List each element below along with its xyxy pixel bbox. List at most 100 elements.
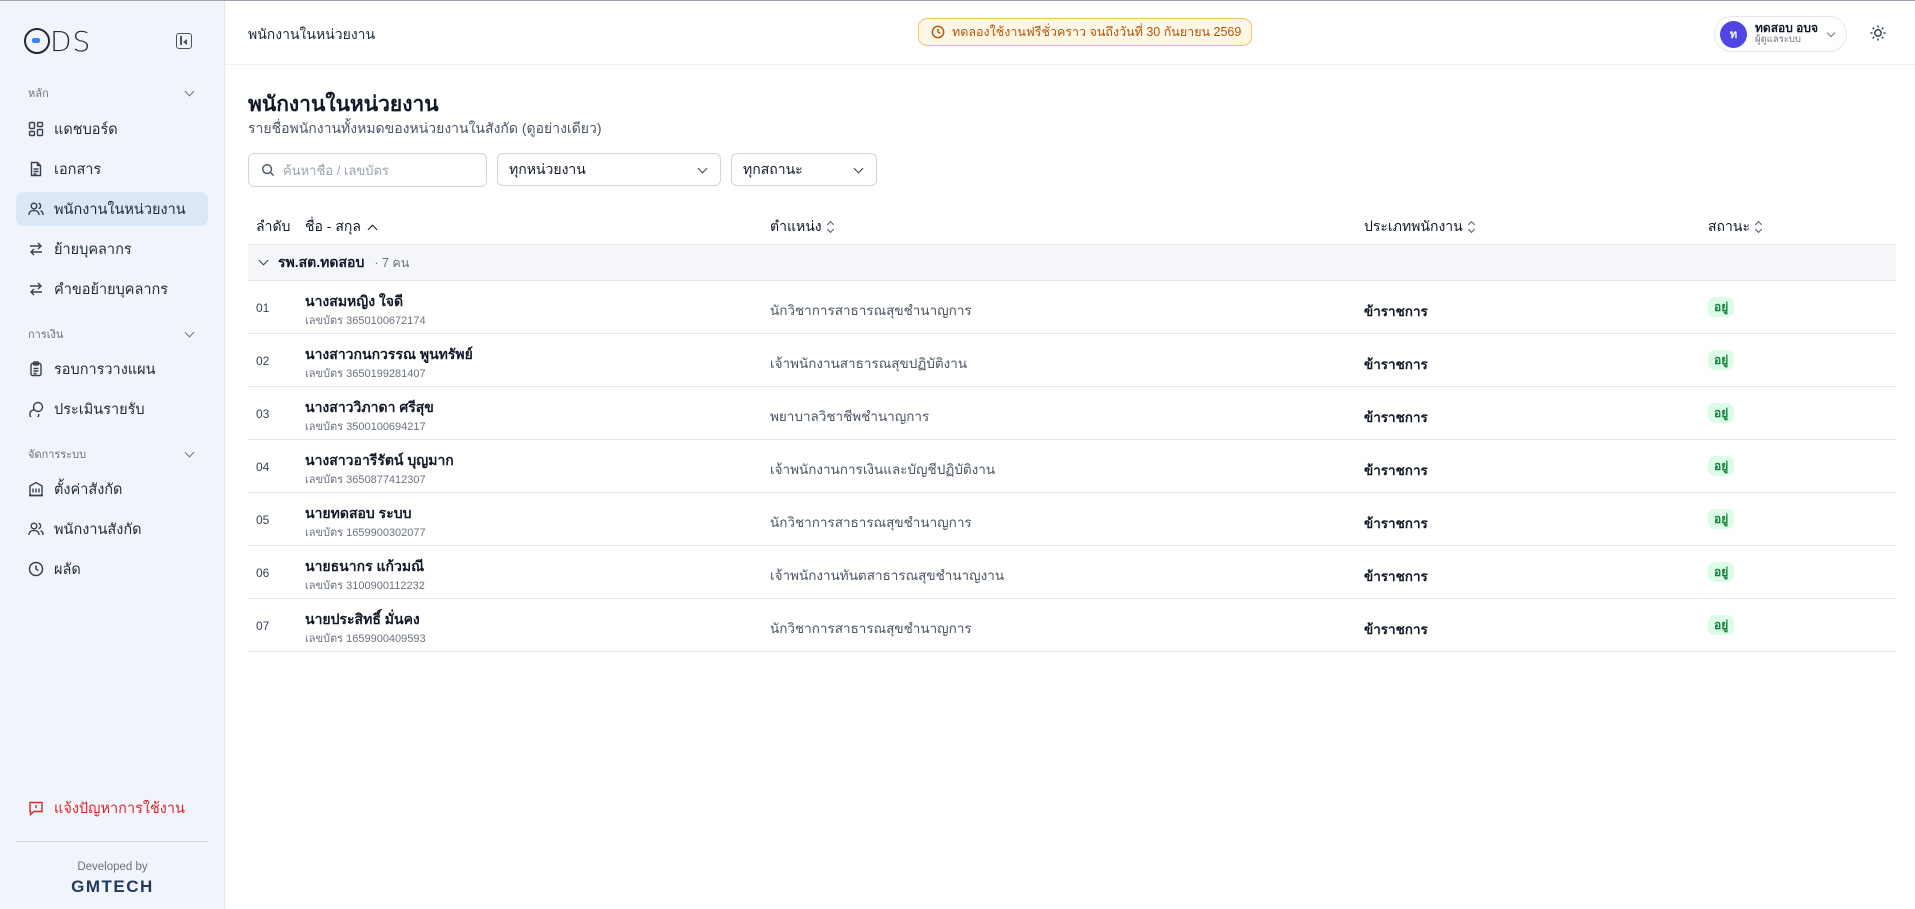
employee-name: นางสาวกนกวรรณ พูนทรัพย์ bbox=[305, 346, 473, 362]
column-index-label: ลำดับ bbox=[256, 218, 291, 234]
group-name: รพ.สต.ทดสอบ bbox=[278, 253, 365, 270]
employee-type: ข้าราชการ bbox=[1364, 357, 1428, 372]
clipboard-icon bbox=[30, 361, 42, 377]
search-icon bbox=[262, 164, 275, 177]
section-system-header[interactable]: จัดการระบบ bbox=[28, 446, 195, 462]
users-icon bbox=[28, 522, 44, 536]
unit-filter-select[interactable]: ทุกหน่วยงาน bbox=[497, 153, 721, 186]
sidebar-item-label: รอบการวางแผน bbox=[54, 361, 156, 378]
table-row[interactable]: 05 นายทดสอบ ระบบ เลขบัตร 1659900302077 นักว… bbox=[248, 493, 1896, 546]
employee-position: เจ้าพนักงานสาธารณสุขปฏิบัติงาน bbox=[770, 356, 968, 371]
sidebar-item-label: ตั้งค่าสังกัด bbox=[54, 481, 123, 498]
sidebar-item-label: พนักงานสังกัด bbox=[54, 521, 142, 538]
employee-position: เจ้าพนักงานทันตสาธารณสุขชำนาญงาน bbox=[770, 568, 1005, 583]
app-logo[interactable]: DS bbox=[24, 28, 91, 56]
employee-name: นางสมหญิง ใจดี bbox=[305, 293, 404, 309]
employee-type: ข้าราชการ bbox=[1364, 622, 1428, 637]
employee-type: ข้าราชการ bbox=[1364, 304, 1428, 319]
employee-name: นางสาวอารีรัตน์ บุญมาก bbox=[305, 452, 454, 468]
sort-ascending-icon bbox=[367, 224, 378, 234]
sidebar-item-label: เอกสาร bbox=[54, 161, 102, 178]
sort-icon bbox=[827, 221, 835, 233]
chevron-down-icon bbox=[853, 163, 864, 174]
staff-table: ลำดับ ชื่อ - สกุล ตำแหน่ง ประเภทพนักงาน … bbox=[248, 205, 1896, 652]
employee-name: นางสาววิภาดา ศรีสุข bbox=[305, 399, 434, 415]
user-menu-button[interactable]: ท ทดสอบ อบจ ผู้ดูแลระบบ bbox=[1714, 16, 1847, 52]
sidebar-item-label: พนักงานในหน่วยงาน bbox=[54, 201, 186, 218]
employee-id-number: เลขบัตร 1659900409593 bbox=[305, 633, 426, 645]
sidebar-item-dashboard[interactable]: แดชบอร์ด bbox=[16, 112, 208, 146]
building-icon bbox=[29, 481, 43, 497]
developed-by-text: Developed by bbox=[77, 861, 148, 873]
search-box[interactable] bbox=[248, 153, 487, 187]
employee-type: ข้าราชการ bbox=[1364, 516, 1428, 531]
clock-icon bbox=[931, 25, 945, 39]
column-position-sort[interactable]: ตำแหน่ง bbox=[770, 216, 835, 238]
user-role: ผู้ดูแลระบบ bbox=[1755, 34, 1801, 45]
table-row[interactable]: 03 นางสาววิภาดา ศรีสุข เลขบัตร 35001006942… bbox=[248, 387, 1896, 440]
document-icon bbox=[30, 161, 42, 177]
row-index: 06 bbox=[256, 566, 270, 580]
unit-filter-value: ทุกหน่วยงาน bbox=[509, 160, 586, 177]
column-status-label: สถานะ bbox=[1708, 218, 1750, 234]
clock-icon bbox=[28, 561, 44, 577]
group-row[interactable]: รพ.สต.ทดสอบ · 7 คน bbox=[248, 245, 1896, 281]
avatar: ท bbox=[1720, 20, 1747, 48]
employee-id-number: เลขบัตร 3650199281407 bbox=[305, 368, 426, 380]
transfer-icon bbox=[30, 242, 42, 256]
developer-logo: GMTECH bbox=[71, 877, 154, 896]
sidebar-item-transfer[interactable]: ย้ายบุคลากร bbox=[16, 232, 208, 266]
status-badge: อยู่ bbox=[1708, 456, 1735, 476]
sun-icon[interactable] bbox=[1869, 24, 1887, 42]
section-main-title: หลัก bbox=[28, 88, 49, 100]
sidebar-item-revenue-estimate[interactable]: ประเมินรายรับ bbox=[16, 392, 208, 426]
section-finance-header[interactable]: การเงิน bbox=[28, 326, 195, 342]
employee-id-number: เลขบัตร 3650877412307 bbox=[305, 474, 426, 486]
status-badge: อยู่ bbox=[1708, 403, 1735, 423]
sidebar-item-transfer-requests[interactable]: คำขอย้ายบุคลากร bbox=[16, 272, 208, 306]
table-row[interactable]: 04 นางสาวอารีรัตน์ บุญมาก เลขบัตร 36508774… bbox=[248, 440, 1896, 493]
report-icon bbox=[29, 801, 43, 816]
sidebar-item-affiliation-staff[interactable]: พนักงานสังกัด bbox=[16, 512, 208, 546]
status-filter-select[interactable]: ทุกสถานะ bbox=[731, 153, 877, 186]
chevron-down-icon bbox=[1826, 28, 1836, 38]
row-index: 01 bbox=[256, 301, 270, 315]
employee-type: ข้าราชการ bbox=[1364, 463, 1428, 478]
employee-id-number: เลขบัตร 3500100694217 bbox=[305, 421, 426, 433]
sidebar-divider bbox=[16, 841, 208, 842]
chevron-down-icon bbox=[697, 163, 708, 174]
page-title: พนักงานในหน่วยงาน bbox=[248, 93, 439, 116]
sidebar-item-label: แดชบอร์ด bbox=[54, 121, 118, 138]
employee-position: เจ้าพนักงานการเงินและบัญชีปฏิบัติงาน bbox=[770, 462, 996, 477]
status-filter-value: ทุกสถานะ bbox=[743, 160, 803, 177]
trial-notice-text: ทดลองใช้งานฟรีชั่วคราว จนถึงวันที่ 30 กั… bbox=[952, 25, 1242, 39]
table-header: ลำดับ ชื่อ - สกุล ตำแหน่ง ประเภทพนักงาน … bbox=[248, 205, 1896, 245]
table-row[interactable]: 02 นางสาวกนกวรรณ พูนทรัพย์ เลขบัตร 3650199… bbox=[248, 334, 1896, 387]
row-index: 05 bbox=[256, 513, 270, 527]
sidebar-item-documents[interactable]: เอกสาร bbox=[16, 152, 208, 186]
column-name-sort[interactable]: ชื่อ - สกุล bbox=[305, 216, 378, 238]
table-row[interactable]: 01 นางสมหญิง ใจดี เลขบัตร 3650100672174 นัก… bbox=[248, 281, 1896, 334]
logo-row: DS bbox=[24, 28, 200, 56]
table-row[interactable]: 06 นายธนากร แก้วมณี เลขบัตร 3100900112232 เ… bbox=[248, 546, 1896, 599]
page-subtitle: รายชื่อพนักงานทั้งหมดของหน่วยงานในสังกัด… bbox=[248, 120, 602, 136]
search-input[interactable] bbox=[283, 162, 473, 178]
column-status-sort[interactable]: สถานะ bbox=[1708, 216, 1763, 238]
column-type-sort[interactable]: ประเภทพนักงาน bbox=[1364, 216, 1476, 238]
status-badge: อยู่ bbox=[1708, 562, 1735, 582]
row-index: 07 bbox=[256, 619, 270, 633]
employee-position: นักวิชาการสาธารณสุขชำนาญการ bbox=[770, 621, 972, 636]
employee-type: ข้าราชการ bbox=[1364, 410, 1428, 425]
status-badge: อยู่ bbox=[1708, 297, 1735, 317]
status-badge: อยู่ bbox=[1708, 350, 1735, 370]
sidebar-collapse-icon[interactable] bbox=[176, 33, 192, 49]
column-type-label: ประเภทพนักงาน bbox=[1364, 218, 1463, 234]
section-main-header[interactable]: หลัก bbox=[28, 85, 195, 101]
report-problem-button[interactable]: แจ้งปัญหาการใช้งาน bbox=[16, 791, 208, 825]
employee-position: นักวิชาการสาธารณสุขชำนาญการ bbox=[770, 515, 972, 530]
sidebar-item-planning-rounds[interactable]: รอบการวางแผน bbox=[16, 352, 208, 386]
sidebar-item-affiliation-settings[interactable]: ตั้งค่าสังกัด bbox=[16, 472, 208, 506]
table-row[interactable]: 07 นายประสิทธิ์ มั่นคง เลขบัตร 16599004095… bbox=[248, 599, 1896, 652]
sidebar-item-shifts[interactable]: ผลัด bbox=[16, 552, 208, 586]
sidebar-item-unit-staff[interactable]: พนักงานในหน่วยงาน bbox=[16, 192, 208, 226]
